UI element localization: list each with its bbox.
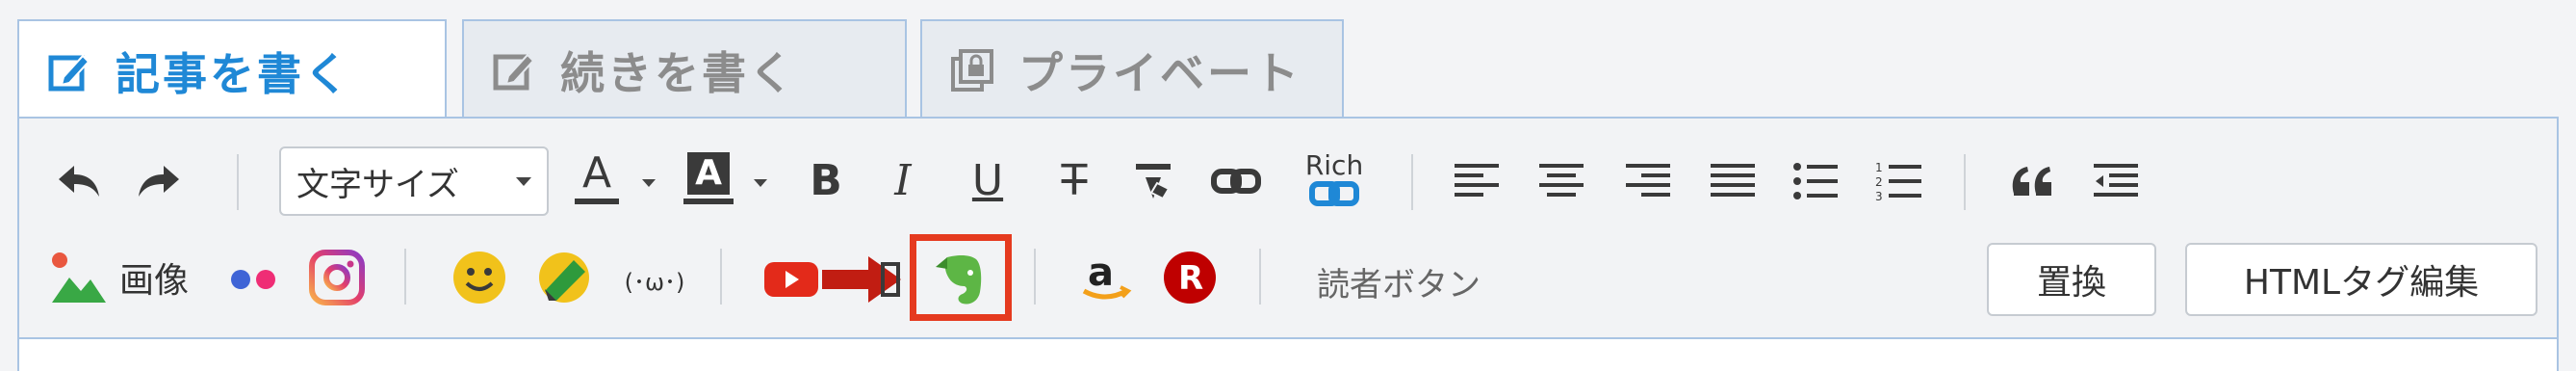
bg-color-bar xyxy=(683,199,734,204)
html-tag-edit-button[interactable]: HTMLタグ編集 xyxy=(2185,243,2537,316)
font-color-dropdown[interactable] xyxy=(639,173,658,193)
stamp-button[interactable] xyxy=(529,243,599,312)
bg-color-icon: A xyxy=(687,152,730,195)
pencil-square-icon xyxy=(493,53,535,90)
kaomoji-label: (･ω･) xyxy=(624,268,685,296)
font-size-select[interactable]: 文字サイズ xyxy=(279,146,549,216)
justify-icon xyxy=(1711,164,1755,197)
document-icon xyxy=(881,262,900,297)
justify-button[interactable] xyxy=(1706,154,1760,208)
tab-label: 続きを書く xyxy=(560,46,796,99)
bullet-list-icon xyxy=(1793,163,1838,199)
separator xyxy=(1964,154,1966,210)
redo-button[interactable] xyxy=(130,152,188,210)
bg-color-button[interactable]: A xyxy=(680,145,737,212)
separator xyxy=(1259,249,1261,305)
font-color-bar xyxy=(575,199,619,204)
youtube-icon xyxy=(764,262,818,297)
replace-label: 置換 xyxy=(2036,263,2106,303)
instagram-icon xyxy=(309,250,365,305)
partial-icon xyxy=(876,252,905,306)
flickr-button[interactable] xyxy=(223,252,285,306)
align-right-button[interactable] xyxy=(1621,154,1675,208)
image-label: 画像 xyxy=(119,261,190,301)
rakuten-button[interactable]: R xyxy=(1155,243,1224,312)
outdent-button[interactable] xyxy=(2087,154,2145,208)
align-center-button[interactable] xyxy=(1534,154,1588,208)
outdent-icon xyxy=(2094,164,2138,197)
rakuten-icon: R xyxy=(1164,252,1216,304)
font-color-button[interactable]: A xyxy=(568,145,626,212)
italic-icon: I xyxy=(894,156,912,205)
strikethrough-button[interactable]: T xyxy=(1047,152,1101,210)
strikethrough-icon: T xyxy=(1061,156,1088,205)
amazon-button[interactable]: a xyxy=(1070,243,1140,312)
svg-text:3: 3 xyxy=(1875,190,1883,202)
chevron-down-icon xyxy=(754,179,767,187)
clear-format-button[interactable] xyxy=(1126,152,1180,210)
tab-private[interactable]: プライベート xyxy=(920,19,1344,119)
evernote-highlight-box xyxy=(910,234,1012,321)
undo-button[interactable] xyxy=(50,152,108,210)
link-icon xyxy=(1309,181,1359,206)
editor-tabs: 記事を書く 続きを書く プライベート xyxy=(17,19,1346,120)
italic-button[interactable]: I xyxy=(876,152,930,210)
separator xyxy=(404,249,406,305)
underline-icon: U xyxy=(971,156,1004,205)
svg-text:1: 1 xyxy=(1875,161,1883,174)
image-icon xyxy=(52,252,106,303)
eraser-icon xyxy=(1136,164,1171,200)
svg-text:R: R xyxy=(1178,259,1203,298)
tab-write-continuation[interactable]: 続きを書く xyxy=(462,19,907,119)
flickr-icon xyxy=(231,270,275,289)
editor-content-area[interactable] xyxy=(17,337,2559,371)
link-button[interactable] xyxy=(1207,152,1265,210)
instagram-button[interactable] xyxy=(302,243,372,312)
link-icon xyxy=(1211,169,1261,194)
html-tag-edit-label: HTMLタグ編集 xyxy=(2243,263,2480,303)
separator xyxy=(1034,249,1036,305)
emoji-button[interactable] xyxy=(445,243,514,312)
redo-icon xyxy=(139,166,179,197)
quote-icon xyxy=(2012,167,2051,196)
lock-copy-icon xyxy=(951,48,993,92)
font-color-icon: A xyxy=(581,148,612,198)
align-center-icon xyxy=(1539,164,1584,197)
reader-button[interactable]: 読者ボタン xyxy=(1317,258,1481,305)
numbered-list-icon: 1 2 3 xyxy=(1875,161,1921,202)
pencil-square-icon xyxy=(48,54,90,91)
numbered-list-button[interactable]: 1 2 3 xyxy=(1871,152,1925,210)
svg-text:2: 2 xyxy=(1875,175,1883,189)
align-left-icon xyxy=(1455,164,1499,197)
separator xyxy=(237,154,239,210)
reader-button-label: 読者ボタン xyxy=(1317,266,1481,305)
tab-write-article[interactable]: 記事を書く xyxy=(17,19,447,120)
amazon-icon: a xyxy=(1082,251,1132,300)
image-button[interactable]: 画像 xyxy=(50,246,223,309)
svg-text:a: a xyxy=(1088,251,1114,295)
separator xyxy=(1411,154,1413,210)
stamp-icon xyxy=(539,252,589,303)
tab-label: 記事を書く xyxy=(116,47,351,100)
chevron-down-icon xyxy=(516,177,531,186)
align-right-icon xyxy=(1626,164,1670,197)
font-size-label: 文字サイズ xyxy=(296,165,459,204)
bullet-list-button[interactable] xyxy=(1789,154,1842,208)
rich-label: Rich xyxy=(1304,149,1364,181)
underline-button[interactable]: U xyxy=(961,152,1015,210)
undo-icon xyxy=(59,166,99,197)
youtube-button[interactable] xyxy=(760,252,822,306)
rich-link-button[interactable]: Rich xyxy=(1296,143,1373,216)
chevron-down-icon xyxy=(642,179,656,187)
bold-icon: B xyxy=(810,156,842,205)
blockquote-button[interactable] xyxy=(2004,154,2062,208)
separator xyxy=(720,249,722,305)
replace-button[interactable]: 置換 xyxy=(1987,243,2156,316)
align-left-button[interactable] xyxy=(1450,154,1504,208)
smiley-icon xyxy=(453,252,505,304)
kaomoji-button[interactable]: (･ω･) xyxy=(616,252,693,306)
bg-color-dropdown[interactable] xyxy=(751,173,770,193)
tab-label: プライベート xyxy=(1018,46,1301,99)
bold-button[interactable]: B xyxy=(799,152,853,210)
